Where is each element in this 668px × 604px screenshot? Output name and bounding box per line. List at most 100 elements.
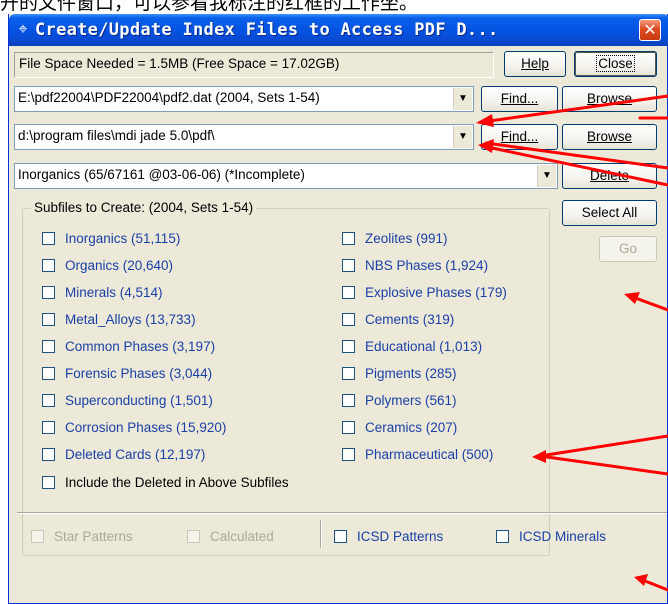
list-item: Educational (1,013) — [365, 339, 483, 354]
subfile-checkbox-superconducting[interactable]: Superconducting (1,501) — [42, 392, 302, 412]
subfile-checkbox-corrosion-phases[interactable]: Corrosion Phases (15,920) — [42, 419, 302, 439]
subfile-checkbox-educational[interactable]: Educational (1,013) — [342, 338, 542, 358]
close-button[interactable]: Close — [574, 51, 657, 77]
checkbox[interactable] — [42, 286, 55, 299]
close-icon: ✕ — [643, 20, 657, 39]
subfile-checkbox-cements[interactable]: Cements (319) — [342, 311, 542, 331]
list-item: Superconducting (1,501) — [65, 393, 213, 408]
subfile-checkbox-minerals[interactable]: Minerals (4,514) — [42, 284, 302, 304]
bottom-separator — [17, 512, 667, 514]
list-item: Minerals (4,514) — [65, 285, 163, 300]
subfile-checkbox-metal-alloys[interactable]: Metal_Alloys (13,733) — [42, 311, 302, 331]
list-item: Inorganics (51,115) — [65, 231, 181, 246]
list-item: Common Phases (3,197) — [65, 339, 216, 354]
window-close-button[interactable]: ✕ — [639, 19, 661, 41]
icsd-minerals-checkbox[interactable]: ICSD Minerals — [496, 528, 646, 548]
list-item: Explosive Phases (179) — [365, 285, 507, 300]
checkbox[interactable] — [334, 530, 347, 543]
list-item: Organics (20,640) — [65, 258, 174, 273]
list-item: Deleted Cards (12,197) — [65, 447, 206, 462]
title-bar[interactable]: ⌖ Create/Update Index Files to Access PD… — [9, 14, 668, 46]
list-item: Pharmaceutical (500) — [365, 447, 494, 462]
subfile-checkbox-nbs-phases[interactable]: NBS Phases (1,924) — [342, 257, 542, 277]
browse-index-dir-button[interactable]: Browse — [562, 124, 657, 150]
subfile-checkbox-deleted-cards[interactable]: Deleted Cards (12,197) — [42, 446, 302, 466]
list-item: Forensic Phases (3,044) — [65, 366, 213, 381]
data-file-value: E:\pdf22004\PDF22004\pdf2.dat (2004, Set… — [18, 90, 320, 105]
checkbox[interactable] — [342, 286, 355, 299]
find-data-file-button[interactable]: Find... — [481, 86, 558, 112]
chevron-down-icon[interactable]: ▼ — [453, 126, 472, 148]
subfile-checkbox-organics[interactable]: Organics (20,640) — [42, 257, 302, 277]
icsd-patterns-label: ICSD Patterns — [357, 529, 444, 544]
checkbox[interactable] — [42, 259, 55, 272]
select-all-button[interactable]: Select All — [562, 200, 657, 226]
checkbox[interactable] — [342, 367, 355, 380]
icsd-minerals-label: ICSD Minerals — [519, 529, 607, 544]
subfile-select-value: Inorganics (65/67161 @03-06-06) (*Incomp… — [18, 167, 305, 182]
star-patterns-checkbox[interactable]: Star Patterns — [31, 528, 171, 548]
delete-button[interactable]: Delete — [562, 163, 657, 189]
help-button[interactable]: Help — [504, 51, 566, 77]
subfile-checkbox-explosive-phases[interactable]: Explosive Phases (179) — [342, 284, 542, 304]
checkbox[interactable] — [42, 232, 55, 245]
space-info: File Space Needed = 1.5MB (Free Space = … — [14, 52, 494, 78]
chevron-down-icon[interactable]: ▼ — [537, 165, 556, 187]
dialog-window: ⌖ Create/Update Index Files to Access PD… — [8, 14, 668, 604]
checkbox[interactable] — [42, 448, 55, 461]
subfile-checkbox-forensic-phases[interactable]: Forensic Phases (3,044) — [42, 365, 302, 385]
list-item: Polymers (561) — [365, 393, 457, 408]
subfile-checkbox-zeolites[interactable]: Zeolites (991) — [342, 230, 542, 250]
checkbox[interactable] — [496, 530, 509, 543]
window-title: Create/Update Index Files to Access PDF … — [35, 20, 499, 40]
subfiles-legend: Subfiles to Create: (2004, Sets 1-54) — [31, 199, 257, 217]
select-all-label: Select All — [581, 205, 638, 220]
page-caption: 开的文件窗口，可以参看我标注的红框的工作坐。 — [0, 0, 419, 14]
checkbox[interactable] — [31, 530, 44, 543]
subfile-checkbox-pharmaceutical[interactable]: Pharmaceutical (500) — [342, 446, 542, 466]
checkbox[interactable] — [342, 448, 355, 461]
checkbox[interactable] — [187, 530, 200, 543]
chevron-down-icon[interactable]: ▼ — [453, 88, 472, 110]
subfile-checkbox-common-phases[interactable]: Common Phases (3,197) — [42, 338, 302, 358]
checkbox[interactable] — [42, 476, 55, 489]
list-item: Corrosion Phases (15,920) — [65, 420, 227, 435]
calculated-label: Calculated — [210, 529, 274, 544]
calculated-checkbox[interactable]: Calculated — [187, 528, 317, 548]
find1-label: Find... — [500, 91, 539, 106]
checkbox[interactable] — [342, 394, 355, 407]
index-dir-value: d:\program files\mdi jade 5.0\pdf\ — [18, 128, 215, 143]
checkbox[interactable] — [342, 421, 355, 434]
checkbox[interactable] — [42, 340, 55, 353]
find-index-dir-button[interactable]: Find... — [481, 124, 558, 150]
go-button[interactable]: Go — [599, 236, 657, 262]
subfile-checkbox-inorganics[interactable]: Inorganics (51,115) — [42, 230, 302, 250]
checkbox[interactable] — [342, 313, 355, 326]
browse-data-file-button[interactable]: Browse — [562, 86, 657, 112]
delete-label: Delete — [589, 168, 630, 183]
checkbox[interactable] — [42, 421, 55, 434]
browse1-label: Browse — [586, 91, 632, 106]
checkbox[interactable] — [42, 394, 55, 407]
checkbox[interactable] — [342, 232, 355, 245]
close-button-label: Close — [596, 55, 635, 72]
subfile-select-combo[interactable]: Inorganics (65/67161 @03-06-06) (*Incomp… — [14, 163, 558, 189]
checkbox[interactable] — [342, 340, 355, 353]
pin-icon: ⌖ — [18, 19, 28, 38]
icsd-patterns-checkbox[interactable]: ICSD Patterns — [334, 528, 484, 548]
checkbox[interactable] — [342, 259, 355, 272]
include-deleted-checkbox[interactable]: Include the Deleted in Above Subfiles — [42, 474, 442, 494]
subfile-checkbox-polymers[interactable]: Polymers (561) — [342, 392, 542, 412]
subfile-checkbox-pigments[interactable]: Pigments (285) — [342, 365, 542, 385]
list-item: NBS Phases (1,924) — [365, 258, 489, 273]
subfile-checkbox-ceramics[interactable]: Ceramics (207) — [342, 419, 542, 439]
bottom-vertical-separator — [320, 520, 322, 548]
list-item: Ceramics (207) — [365, 420, 458, 435]
index-dir-combo[interactable]: d:\program files\mdi jade 5.0\pdf\ ▼ — [14, 124, 474, 150]
find2-label: Find... — [500, 129, 539, 144]
checkbox[interactable] — [42, 367, 55, 380]
checkbox[interactable] — [42, 313, 55, 326]
data-file-combo[interactable]: E:\pdf22004\PDF22004\pdf2.dat (2004, Set… — [14, 86, 474, 112]
include-deleted-label: Include the Deleted in Above Subfiles — [65, 475, 289, 490]
list-item: Zeolites (991) — [365, 231, 448, 246]
